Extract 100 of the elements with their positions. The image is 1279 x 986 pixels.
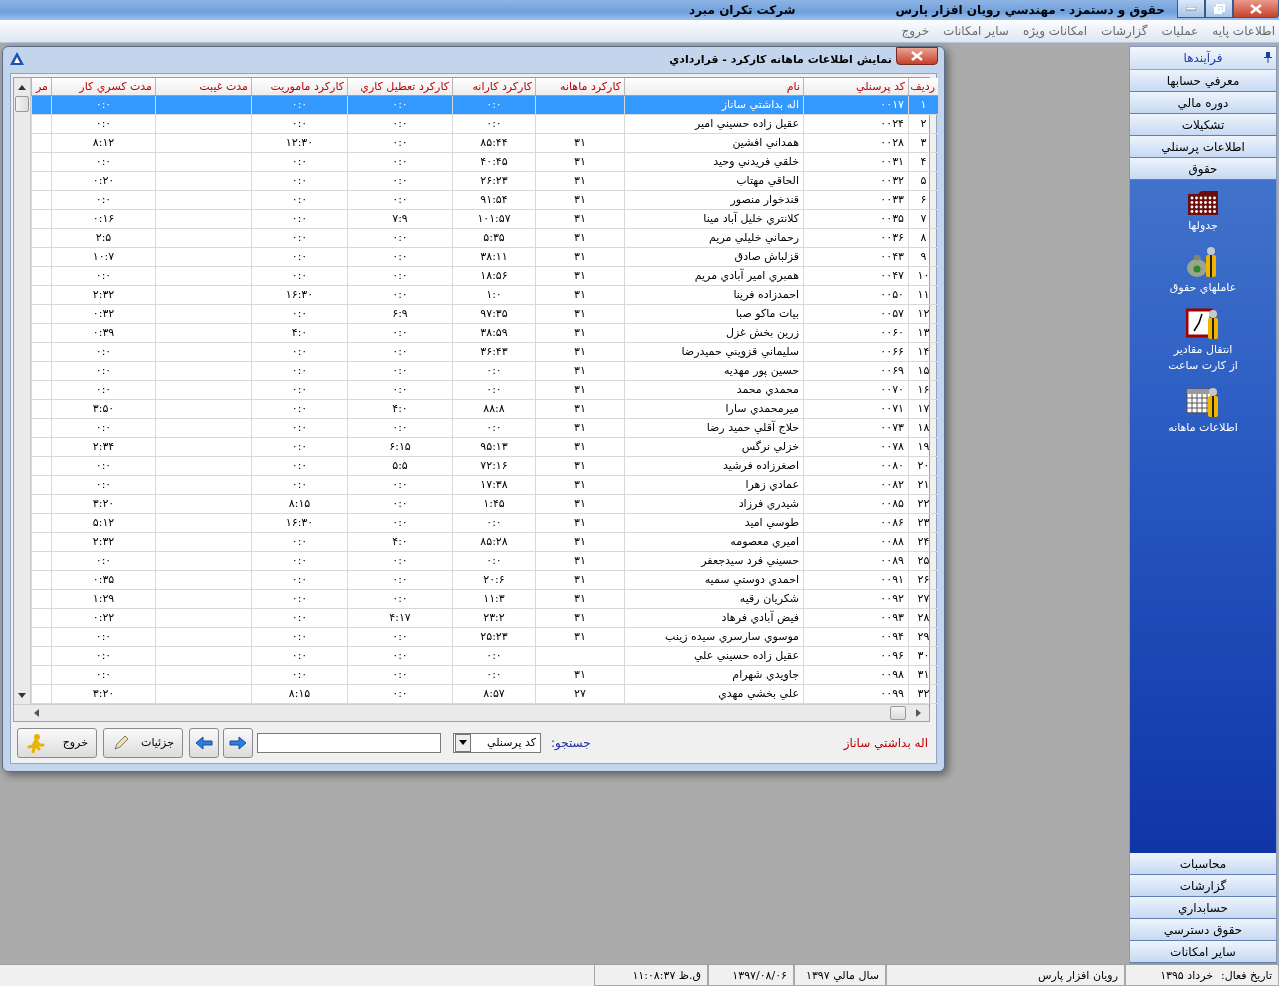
- minimize-button[interactable]: [1177, 0, 1205, 18]
- table-cell: ۰:۰: [51, 628, 155, 646]
- table-row[interactable]: ۴ ۰۰۳۱ خلقي فريدني وحيد ۳۱ ۴۰:۴۵ ۰:۰ ۰:۰ ۰:۰: [31, 153, 938, 172]
- scroll-thumb[interactable]: [890, 706, 906, 720]
- column-header[interactable]: مدت غيبت: [155, 78, 251, 95]
- sidebar-section[interactable]: حقوق: [1130, 158, 1276, 180]
- sidebar-section[interactable]: معرفي حسابها: [1130, 70, 1276, 92]
- table-row[interactable]: ۲۰ ۰۰۸۰ اصغرزاده فرشيد ۳۱ ۷۲:۱۶ ۵:۵ ۰:۰ ۰:۰: [31, 457, 938, 476]
- table-cell: همبري امير آبادي مريم: [624, 267, 803, 285]
- table-row[interactable]: ۱۸ ۰۰۷۳ حلاج آقلي حميد رضا ۳۱ ۰:۰ ۰:۰ ۰:۰ ۰:۰: [31, 419, 938, 438]
- table-cell: ۸۸:۸: [452, 400, 535, 418]
- scroll-left-icon[interactable]: [34, 709, 39, 717]
- table-cell: ۰:۰: [51, 666, 155, 684]
- table-row[interactable]: ۲۹ ۰۰۹۴ موسوي سارسري سيده زينب ۳۱ ۲۵:۲۳ ۰:۰ ۰:۰ ۰:۰: [31, 628, 938, 647]
- table-row[interactable]: ۲۱ ۰۰۸۲ عمادي زهرا ۳۱ ۱۷:۳۸ ۰:۰ ۰:۰ ۰:۰: [31, 476, 938, 495]
- sidebar-section[interactable]: دوره مالي: [1130, 92, 1276, 114]
- next-button[interactable]: [223, 727, 253, 758]
- column-header[interactable]: رديف: [908, 78, 938, 95]
- close-button[interactable]: [1233, 0, 1279, 18]
- menu-item[interactable]: امکانات ويژه: [1022, 24, 1088, 38]
- scroll-down-icon[interactable]: [18, 692, 26, 698]
- menu-item[interactable]: خروج: [901, 24, 930, 38]
- table-row[interactable]: ۱۱ ۰۰۵۰ احمدزاده فرينا ۳۱ ۱:۰ ۰:۰ ۱۶:۳۰ ۲:۳۲: [31, 286, 938, 305]
- column-header[interactable]: کد پرسنلي: [803, 78, 908, 95]
- sidebar-section[interactable]: گزارشات: [1130, 875, 1276, 897]
- menu-item[interactable]: اطلاعات پايه: [1212, 24, 1275, 38]
- table-row[interactable]: ۲۵ ۰۰۸۹ حسيني فرد سيدجعفر ۳۱ ۰:۰ ۰:۰ ۰:۰ ۰:۰: [31, 552, 938, 571]
- menu-item[interactable]: عمليات: [1161, 24, 1199, 38]
- table-row[interactable]: ۱۰ ۰۰۴۷ همبري امير آبادي مريم ۳۱ ۱۸:۵۶ ۰:۰ ۰:۰ ۰:۰: [31, 267, 938, 286]
- sidebar-item[interactable]: انتقال مقادير از کارت ساعت: [1168, 308, 1238, 372]
- table-cell: ۲۳: [908, 514, 938, 532]
- table-cell: ۳۱: [535, 362, 624, 380]
- column-header[interactable]: مر: [31, 78, 51, 95]
- sidebar-section[interactable]: اطلاعات پرسنلي: [1130, 136, 1276, 158]
- table-cell: ۰:۰: [251, 96, 347, 114]
- exit-button[interactable]: خروج: [17, 727, 97, 758]
- menu-item[interactable]: گزارشات: [1101, 24, 1148, 38]
- table-row[interactable]: ۱۵ ۰۰۶۹ حسين پور مهديه ۳۱ ۰:۰ ۰:۰ ۰:۰ ۰:۰: [31, 362, 938, 381]
- table-cell: ۰:۰: [347, 628, 452, 646]
- sidebar-section[interactable]: محاسبات: [1130, 853, 1276, 875]
- table-row[interactable]: ۳۰ ۰۰۹۶ عقيل زاده حسيني علي ۰:۰ ۰:۰ ۰:۰ ۰:۰: [31, 647, 938, 666]
- table-row[interactable]: ۳ ۰۰۲۸ همداني افشين ۳۱ ۸۵:۴۴ ۰:۰ ۱۲:۳۰ ۸:۱۲: [31, 134, 938, 153]
- sidebar-item[interactable]: جدولها: [1187, 190, 1219, 232]
- restore-button[interactable]: [1205, 0, 1233, 18]
- table-row[interactable]: ۱۴ ۰۰۶۶ سليماني قزويني حميدرضا ۳۱ ۳۶:۴۳ ۰:۰ ۰:۰ ۰:۰: [31, 343, 938, 362]
- scroll-thumb[interactable]: [15, 96, 29, 112]
- table-row[interactable]: ۲ ۰۰۲۴ عقيل زاده حسيني امير ۰:۰ ۰:۰ ۰:۰ ۰:۰: [31, 115, 938, 134]
- table-row[interactable]: ۹ ۰۰۴۳ قزلباش صادق ۳۱ ۳۸:۱۱ ۰:۰ ۰:۰ ۱۰:۷: [31, 248, 938, 267]
- column-header[interactable]: کارکرد کارانه: [452, 78, 535, 95]
- column-header[interactable]: مدت کسري کار: [51, 78, 155, 95]
- table-row[interactable]: ۲۳ ۰۰۸۶ طوسي اميد ۳۱ ۰:۰ ۰:۰ ۱۶:۳۰ ۵:۱۲: [31, 514, 938, 533]
- table-cell: ۰:۰: [251, 362, 347, 380]
- table-cell: ۳۰: [908, 647, 938, 665]
- table-row[interactable]: ۱۷ ۰۰۷۱ ميرمحمدي سارا ۳۱ ۸۸:۸ ۴:۰ ۰:۰ ۳:۵۰: [31, 400, 938, 419]
- table-row[interactable]: ۱۳ ۰۰۶۰ زرين بخش غزل ۳۱ ۳۸:۵۹ ۰:۰ ۴:۰ ۰:۳۹: [31, 324, 938, 343]
- table-row[interactable]: ۱۶ ۰۰۷۰ محمدي محمد ۳۱ ۰:۰ ۰:۰ ۰:۰ ۰:۰: [31, 381, 938, 400]
- table-row[interactable]: ۶ ۰۰۳۳ قندخوار منصور ۳۱ ۹۱:۵۴ ۰:۰ ۰:۰ ۰:۰: [31, 191, 938, 210]
- table-cell: ۲۷: [908, 590, 938, 608]
- table-cell: ۰:۳۹: [51, 324, 155, 342]
- sidebar-item[interactable]: عاملهاي حقوق: [1169, 246, 1237, 294]
- table-row[interactable]: ۲۶ ۰۰۹۱ احمدي دوستي سميه ۳۱ ۲۰:۶ ۰:۰ ۰:۰ ۰:۳۵: [31, 571, 938, 590]
- sidebar-section[interactable]: تشکيلات: [1130, 114, 1276, 136]
- table-row[interactable]: ۸ ۰۰۳۶ رحماني خليلي مريم ۳۱ ۵:۳۵ ۰:۰ ۰:۰ ۲:۵: [31, 229, 938, 248]
- search-field-select[interactable]: کد پرسنلي: [453, 732, 541, 753]
- pin-icon[interactable]: [1264, 52, 1272, 63]
- table-row[interactable]: ۱۲ ۰۰۵۷ بيات ماکو صبا ۳۱ ۹۷:۳۵ ۶:۹ ۰:۰ ۰:۳۲: [31, 305, 938, 324]
- table-row[interactable]: ۲۷ ۰۰۹۲ شکريان رقيه ۳۱ ۱۱:۳ ۰:۰ ۰:۰ ۱:۲۹: [31, 590, 938, 609]
- column-header[interactable]: کارکرد ماهانه: [535, 78, 624, 95]
- table-row[interactable]: ۵ ۰۰۳۲ الحاقي مهتاب ۳۱ ۲۶:۲۳ ۰:۰ ۰:۰ ۰:۲۰: [31, 172, 938, 191]
- table-cell: ۰:۰: [452, 419, 535, 437]
- table-row[interactable]: ۲۴ ۰۰۸۸ اميري معصومه ۳۱ ۸۵:۲۸ ۴:۰ ۰:۰ ۲:۳۲: [31, 533, 938, 552]
- table-row[interactable]: ۱۹ ۰۰۷۸ خزلي نرگس ۳۱ ۹۵:۱۳ ۶:۱۵ ۰:۰ ۲:۳۴: [31, 438, 938, 457]
- table-cell: ۰:۰: [347, 476, 452, 494]
- column-header[interactable]: کارکرد ماموريت: [251, 78, 347, 95]
- previous-button[interactable]: [189, 727, 219, 758]
- table-cell: ۳۸:۱۱: [452, 248, 535, 266]
- sidebar-section[interactable]: حقوق دسترسي: [1130, 919, 1276, 941]
- table-row[interactable]: ۷ ۰۰۳۵ کلانتري خليل آباد مينا ۳۱ ۱۰۱:۵۷ ۷:۹ ۰:۰ ۰:۱۶: [31, 210, 938, 229]
- table-cell: ۰:۰: [452, 666, 535, 684]
- scroll-right-icon[interactable]: [916, 709, 921, 717]
- table-cell: ۰:۰: [347, 362, 452, 380]
- column-header[interactable]: کارکرد تعطيل کاري: [347, 78, 452, 95]
- table-cell: ۰۰۷۱: [803, 400, 908, 418]
- table-row[interactable]: ۳۱ ۰۰۹۸ جاويدي شهرام ۳۱ ۰:۰ ۰:۰ ۰:۰ ۰:۰: [31, 666, 938, 685]
- menu-item[interactable]: ساير امکانات: [943, 24, 1009, 38]
- table-cell: ۰:۰: [347, 172, 452, 190]
- scroll-up-icon[interactable]: [18, 84, 26, 90]
- column-header[interactable]: نام: [624, 78, 803, 95]
- table-cell: احمدي دوستي سميه: [624, 571, 803, 589]
- table-cell: ۰:۰: [251, 628, 347, 646]
- search-field[interactable]: [257, 732, 441, 753]
- table-cell: ۱۴: [908, 343, 938, 361]
- table-row[interactable]: ۲۲ ۰۰۸۵ شيدري فرزاد ۳۱ ۱:۴۵ ۰:۰ ۸:۱۵ ۳:۲۰: [31, 495, 938, 514]
- details-button[interactable]: جزئيات: [103, 727, 183, 758]
- sidebar-section[interactable]: حسابداري: [1130, 897, 1276, 919]
- sidebar-item[interactable]: اطلاعات ماهانه: [1168, 386, 1238, 434]
- arrow-left-icon: [194, 735, 214, 750]
- sidebar-section[interactable]: ساير امکانات: [1130, 941, 1276, 963]
- table-row[interactable]: ۲۸ ۰۰۹۳ فيض آبادي فرهاد ۳۱ ۲۳:۲ ۴:۱۷ ۰:۰ ۰:۲۲: [31, 609, 938, 628]
- close-button[interactable]: [896, 47, 938, 65]
